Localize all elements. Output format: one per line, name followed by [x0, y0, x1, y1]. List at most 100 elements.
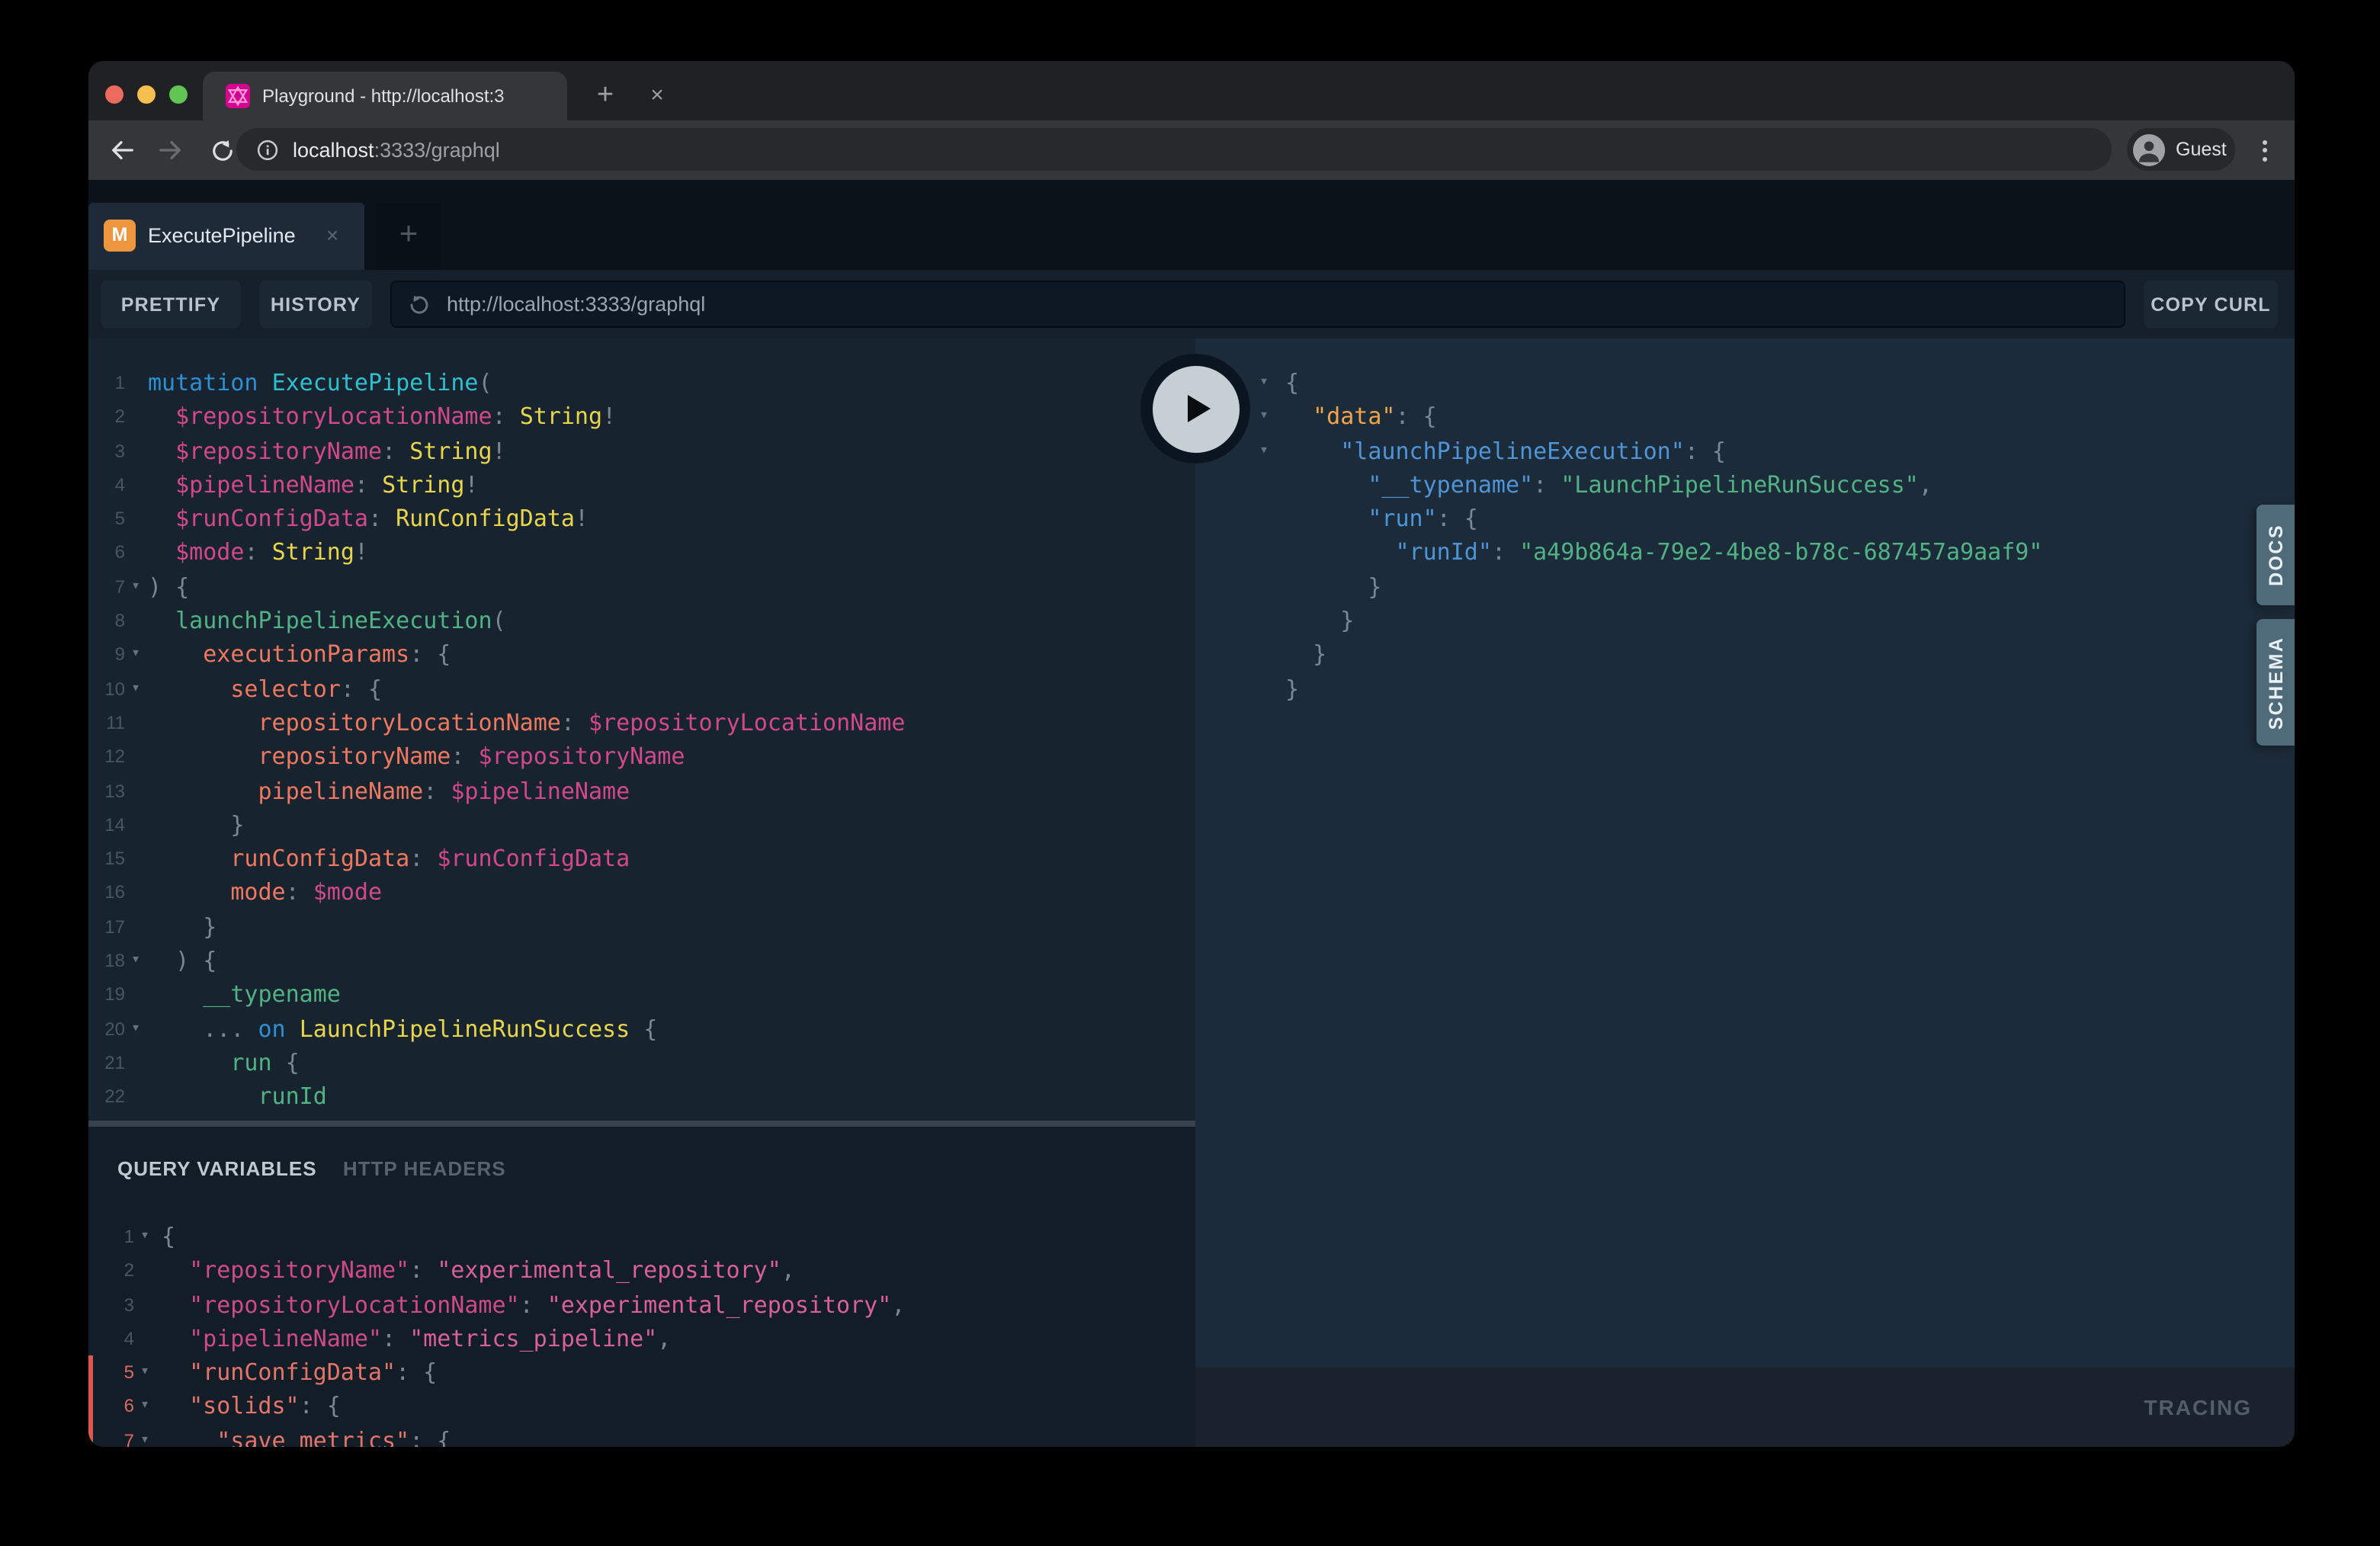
- result-line: }: [1195, 604, 2295, 638]
- fold-arrow-icon[interactable]: ▾: [1259, 400, 1285, 435]
- fold-arrow-icon[interactable]: ▾: [134, 1220, 156, 1254]
- result-pane: ▾{▾ "data": {▾ "launchPipelineExecution"…: [1195, 338, 2295, 1368]
- result-line: }: [1195, 570, 2295, 605]
- query-line: 20▾ ... on LaunchPipelineRunSuccess {: [88, 1012, 1195, 1046]
- code-text: {: [1285, 366, 1299, 400]
- url-host: localhost: [293, 138, 374, 161]
- error-marker-icon: [88, 1355, 93, 1390]
- schema-side-tab[interactable]: SCHEMA: [2257, 619, 2295, 746]
- fold-gutter: [125, 536, 146, 570]
- forward-icon[interactable]: [152, 131, 191, 169]
- zoom-window-button[interactable]: [169, 85, 188, 104]
- tracing-toggle[interactable]: TRACING: [2144, 1368, 2252, 1447]
- site-info-icon[interactable]: [256, 138, 279, 161]
- line-number: 6: [98, 1390, 134, 1424]
- code-text: {: [162, 1220, 175, 1254]
- variables-line: 1▾{: [88, 1220, 1195, 1254]
- query-variables-pane[interactable]: QUERY VARIABLES HTTP HEADERS 1▾{2 "repos…: [88, 1127, 1195, 1447]
- session-tab-executepipeline[interactable]: M ExecutePipeline ×: [88, 203, 364, 270]
- code-text: mutation ExecutePipeline(: [148, 366, 492, 400]
- code-text: ) {: [148, 944, 217, 978]
- fold-arrow-icon[interactable]: ▾: [125, 944, 146, 978]
- line-number: 21: [101, 1046, 125, 1080]
- history-button[interactable]: HISTORY: [259, 281, 372, 328]
- code-text: runConfigData: $runConfigData: [148, 842, 630, 876]
- query-line: 9▾ executionParams: {: [88, 638, 1195, 672]
- code-text: "pipelineName": "metrics_pipeline",: [162, 1322, 671, 1356]
- line-number: 2: [98, 1254, 134, 1288]
- close-window-button[interactable]: [105, 85, 123, 104]
- session-tab-title: ExecutePipeline: [148, 203, 296, 270]
- line-number: 4: [98, 1322, 134, 1356]
- back-icon[interactable]: [102, 131, 140, 169]
- profile-button[interactable]: Guest: [2127, 128, 2235, 171]
- fold-gutter: [1259, 604, 1285, 638]
- code-text: "runConfigData": {: [162, 1355, 437, 1390]
- fold-gutter: [125, 842, 146, 876]
- variables-line: 6▾ "solids": {: [88, 1390, 1195, 1424]
- endpoint-input[interactable]: http://localhost:3333/graphql: [390, 281, 2125, 328]
- profile-name: Guest: [2176, 139, 2227, 160]
- editor-horizontal-scrollbar[interactable]: [88, 1121, 1195, 1127]
- query-line: 13 pipelineName: $pipelineName: [88, 774, 1195, 808]
- line-number: 19: [101, 978, 125, 1012]
- browser-menu-icon[interactable]: [2246, 131, 2284, 169]
- line-number: 12: [101, 740, 125, 775]
- playground-toolbar: PRETTIFY HISTORY http://localhost:3333/g…: [88, 270, 2295, 338]
- query-editor[interactable]: 1mutation ExecutePipeline(2 $repositoryL…: [88, 338, 1195, 1127]
- code-text: "repositoryLocationName": "experimental_…: [162, 1288, 905, 1322]
- code-text: }: [1285, 604, 1354, 638]
- code-text: "launchPipelineExecution": {: [1285, 434, 1726, 468]
- line-number: 17: [101, 910, 125, 945]
- fold-arrow-icon[interactable]: ▾: [125, 672, 146, 706]
- docs-label: DOCS: [2265, 524, 2286, 586]
- code-text: }: [148, 808, 244, 842]
- fold-gutter: [1259, 536, 1285, 570]
- copy-curl-button[interactable]: COPY CURL: [2144, 281, 2278, 328]
- line-number: 1: [101, 366, 125, 400]
- fold-arrow-icon[interactable]: ▾: [1259, 366, 1285, 400]
- address-bar[interactable]: localhost:3333/graphql: [236, 128, 2112, 171]
- fold-gutter: [125, 774, 146, 808]
- fold-gutter: [125, 910, 146, 945]
- tab-close-icon[interactable]: ×: [642, 72, 672, 120]
- fold-arrow-icon[interactable]: ▾: [134, 1424, 156, 1447]
- new-tab-button[interactable]: +: [587, 78, 624, 114]
- minimize-window-button[interactable]: [137, 85, 156, 104]
- line-number: 14: [101, 808, 125, 842]
- line-number: 6: [101, 536, 125, 570]
- fold-gutter: [125, 876, 146, 910]
- fold-arrow-icon[interactable]: ▾: [125, 570, 146, 605]
- variables-line: 3 "repositoryLocationName": "experimenta…: [88, 1288, 1195, 1322]
- code-text: selector: {: [148, 672, 382, 706]
- line-number: 7: [98, 1424, 134, 1447]
- schema-label: SCHEMA: [2265, 636, 2286, 730]
- line-number: 5: [98, 1355, 134, 1390]
- fold-arrow-icon[interactable]: ▾: [1259, 434, 1285, 468]
- fold-gutter: [125, 604, 146, 638]
- fold-arrow-icon[interactable]: ▾: [125, 1012, 146, 1046]
- browser-tab[interactable]: Playground - http://localhost:3 ×: [203, 72, 567, 120]
- execute-button[interactable]: [1140, 354, 1250, 463]
- mutation-badge: M: [104, 220, 136, 252]
- fold-arrow-icon[interactable]: ▾: [134, 1390, 156, 1424]
- browser-tab-title: Playground - http://localhost:3: [262, 72, 643, 120]
- new-session-tab-button[interactable]: +: [377, 203, 441, 270]
- query-line: 8 launchPipelineExecution(: [88, 604, 1195, 638]
- code-text: launchPipelineExecution(: [148, 604, 506, 638]
- session-close-icon[interactable]: ×: [314, 203, 351, 270]
- reload-icon[interactable]: [203, 131, 241, 169]
- query-line: 3 $repositoryName: String!: [88, 434, 1195, 468]
- prettify-button[interactable]: PRETTIFY: [101, 281, 241, 328]
- fold-arrow-icon[interactable]: ▾: [134, 1355, 156, 1390]
- tab-query-variables[interactable]: QUERY VARIABLES: [117, 1157, 317, 1180]
- query-line: 5 $runConfigData: RunConfigData!: [88, 502, 1195, 536]
- tab-http-headers[interactable]: HTTP HEADERS: [343, 1157, 506, 1180]
- browser-toolbar: localhost:3333/graphql Guest: [88, 120, 2295, 180]
- code-text: $repositoryLocationName: String!: [148, 400, 616, 435]
- docs-side-tab[interactable]: DOCS: [2257, 505, 2295, 605]
- fold-arrow-icon[interactable]: ▾: [125, 638, 146, 672]
- fold-gutter: [134, 1254, 156, 1288]
- line-number: 8: [101, 604, 125, 638]
- code-text: repositoryLocationName: $repositoryLocat…: [148, 706, 905, 740]
